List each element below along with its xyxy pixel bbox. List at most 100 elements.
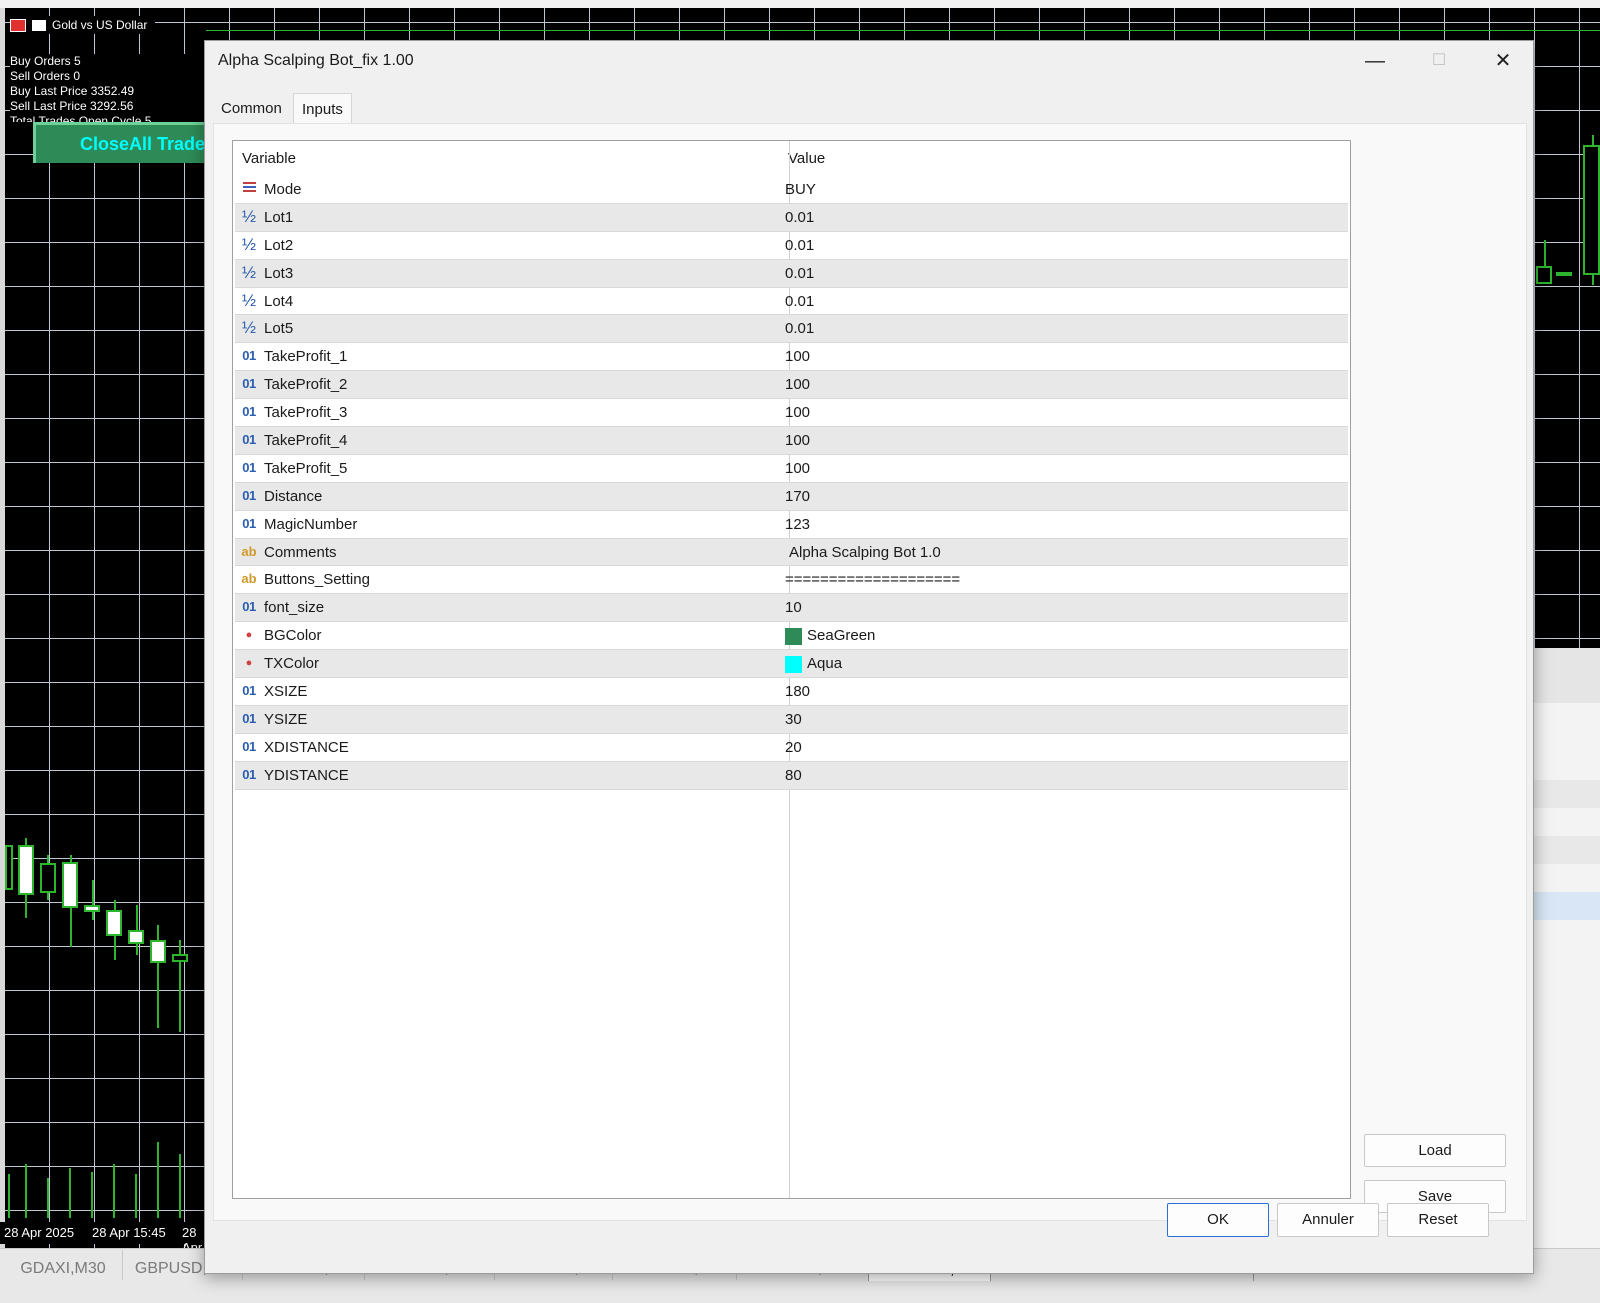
integer-icon: 01 <box>242 376 256 392</box>
minimize-button[interactable]: — <box>1343 41 1407 81</box>
buy-orders-text: Buy Orders 5 <box>10 54 81 68</box>
candle <box>5 845 13 890</box>
variable-value[interactable]: 100 <box>785 399 810 427</box>
candle <box>106 910 122 936</box>
variable-value[interactable]: 170 <box>785 483 810 511</box>
variable-value[interactable]: 100 <box>785 455 810 483</box>
variable-value[interactable]: SeaGreen <box>785 622 875 650</box>
table-row[interactable]: 01 TakeProfit_3 100 <box>235 399 1348 428</box>
variable-value[interactable]: 0.01 <box>785 288 814 316</box>
table-row[interactable]: 01 TakeProfit_4 100 <box>235 427 1348 455</box>
cancel-button[interactable]: Annuler <box>1277 1203 1379 1237</box>
table-row[interactable]: 01 YDISTANCE 80 <box>235 761 1348 790</box>
chart-bars-icon[interactable] <box>32 19 46 31</box>
table-row[interactable]: ● BGColor SeaGreen <box>235 622 1348 651</box>
table-row[interactable]: ½ Lot4 0.01 <box>235 288 1348 316</box>
table-row[interactable]: 01 TakeProfit_5 100 <box>235 455 1348 483</box>
variable-name: font_size <box>264 599 325 617</box>
table-header: Variable Value <box>233 141 1350 171</box>
variable-value[interactable]: 30 <box>785 706 802 734</box>
tab-common[interactable]: Common <box>213 93 290 123</box>
sell-orders-text: Sell Orders 0 <box>10 69 81 83</box>
variable-value[interactable]: 10 <box>785 594 802 622</box>
table-row[interactable]: 01 MagicNumber 123 <box>235 511 1348 539</box>
table-row[interactable]: 01 TakeProfit_2 100 <box>235 371 1348 400</box>
variable-value[interactable]: BUY <box>785 176 816 204</box>
table-row[interactable]: ½ Lot5 0.01 <box>235 315 1348 344</box>
table-row[interactable]: ab Comments Alpha Scalping Bot 1.0 <box>235 538 1348 567</box>
reset-button[interactable]: Reset <box>1387 1203 1489 1237</box>
value-text: 0.01 <box>785 236 815 254</box>
candle-wick <box>92 880 94 920</box>
candle <box>150 940 166 963</box>
variable-value[interactable]: 0.01 <box>785 315 814 343</box>
variable-value[interactable]: 180 <box>785 678 810 706</box>
table-row[interactable]: ● TXColor Aqua <box>235 650 1348 679</box>
ok-button[interactable]: OK <box>1167 1203 1269 1237</box>
inputs-table[interactable]: Variable Value Mode BUY ½ Lot1 0.01 ½ Lot2 0.01… <box>232 140 1351 1199</box>
variable-value[interactable]: 123 <box>785 511 810 539</box>
variable-value[interactable]: 0.01 <box>785 260 814 288</box>
table-row[interactable]: 01 font_size 10 <box>235 594 1348 623</box>
value-text: 0.01 <box>785 208 815 226</box>
table-row[interactable]: Mode BUY <box>235 176 1348 204</box>
value-text: 0.01 <box>785 264 815 282</box>
chart-left-border <box>0 8 5 1272</box>
column-header-value[interactable]: Value <box>788 141 825 171</box>
variable-name: Lot4 <box>264 292 294 310</box>
variable-value[interactable]: 0.01 <box>785 232 814 260</box>
variable-name: YDISTANCE <box>264 766 349 784</box>
variable-name: YSIZE <box>264 710 308 728</box>
value-text: 123 <box>785 515 811 533</box>
value-text: ==================== <box>785 571 961 589</box>
table-row[interactable]: 01 Distance 170 <box>235 482 1348 511</box>
candle <box>172 954 188 962</box>
double-icon: ½ <box>241 318 257 338</box>
variable-value[interactable]: 80 <box>785 762 802 790</box>
integer-icon: 01 <box>242 404 256 420</box>
variable-value[interactable]: 20 <box>785 734 802 762</box>
time-axis: 28 Apr 2025 28 Apr 15:45 28 Apr <box>0 1222 206 1255</box>
variable-name: TXColor <box>264 655 320 673</box>
time-label: 28 Apr 2025 <box>4 1225 75 1240</box>
candle <box>84 905 100 912</box>
table-row[interactable]: 01 TakeProfit_1 100 <box>235 343 1348 372</box>
value-text: 100 <box>785 404 811 422</box>
column-header-variable[interactable]: Variable <box>242 141 296 171</box>
value-text: 10 <box>785 599 802 617</box>
variable-value[interactable]: Alpha Scalping Bot 1.0 <box>785 539 941 567</box>
table-row[interactable]: 01 XDISTANCE 20 <box>235 734 1348 762</box>
chart-menu-icon[interactable] <box>10 18 26 32</box>
tab-inputs[interactable]: Inputs <box>293 93 352 124</box>
total-trades-text: Total Trades Open Cycle 5 <box>10 114 152 122</box>
variable-value[interactable]: 100 <box>785 371 810 399</box>
table-row[interactable]: 01 YSIZE 30 <box>235 705 1348 734</box>
volume-bar <box>8 1174 10 1218</box>
variable-name: Lot3 <box>264 264 294 282</box>
variable-value[interactable]: 100 <box>785 427 810 455</box>
value-text: 100 <box>785 432 811 450</box>
volume-bar <box>113 1164 115 1218</box>
chart-tab[interactable]: GDAXI,M30 <box>4 1250 123 1280</box>
close-button[interactable]: ✕ <box>1471 41 1535 81</box>
value-text: 20 <box>785 738 802 756</box>
volume-bar <box>179 1154 181 1218</box>
variable-name: MagicNumber <box>264 515 358 533</box>
integer-icon: 01 <box>242 459 256 475</box>
volume-bar <box>47 1178 49 1218</box>
variable-value[interactable]: Aqua <box>785 650 842 678</box>
table-row[interactable]: ½ Lot3 0.01 <box>235 259 1348 288</box>
candle <box>128 930 144 944</box>
table-row[interactable]: 01 XSIZE 180 <box>235 678 1348 706</box>
variable-value[interactable]: 100 <box>785 343 810 371</box>
table-row[interactable]: ½ Lot2 0.01 <box>235 232 1348 260</box>
load-button[interactable]: Load <box>1364 1134 1506 1167</box>
close-all-trades-button[interactable]: CloseAll Trades <box>33 122 209 163</box>
maximize-button[interactable]: ☐ <box>1407 41 1471 81</box>
table-row[interactable]: ab Buttons_Setting ==================== <box>235 566 1348 595</box>
variable-name: XSIZE <box>264 683 308 701</box>
table-row[interactable]: ½ Lot1 0.01 <box>235 203 1348 232</box>
integer-icon: 01 <box>242 683 256 699</box>
variable-value[interactable]: ==================== <box>785 566 960 594</box>
variable-value[interactable]: 0.01 <box>785 204 814 232</box>
